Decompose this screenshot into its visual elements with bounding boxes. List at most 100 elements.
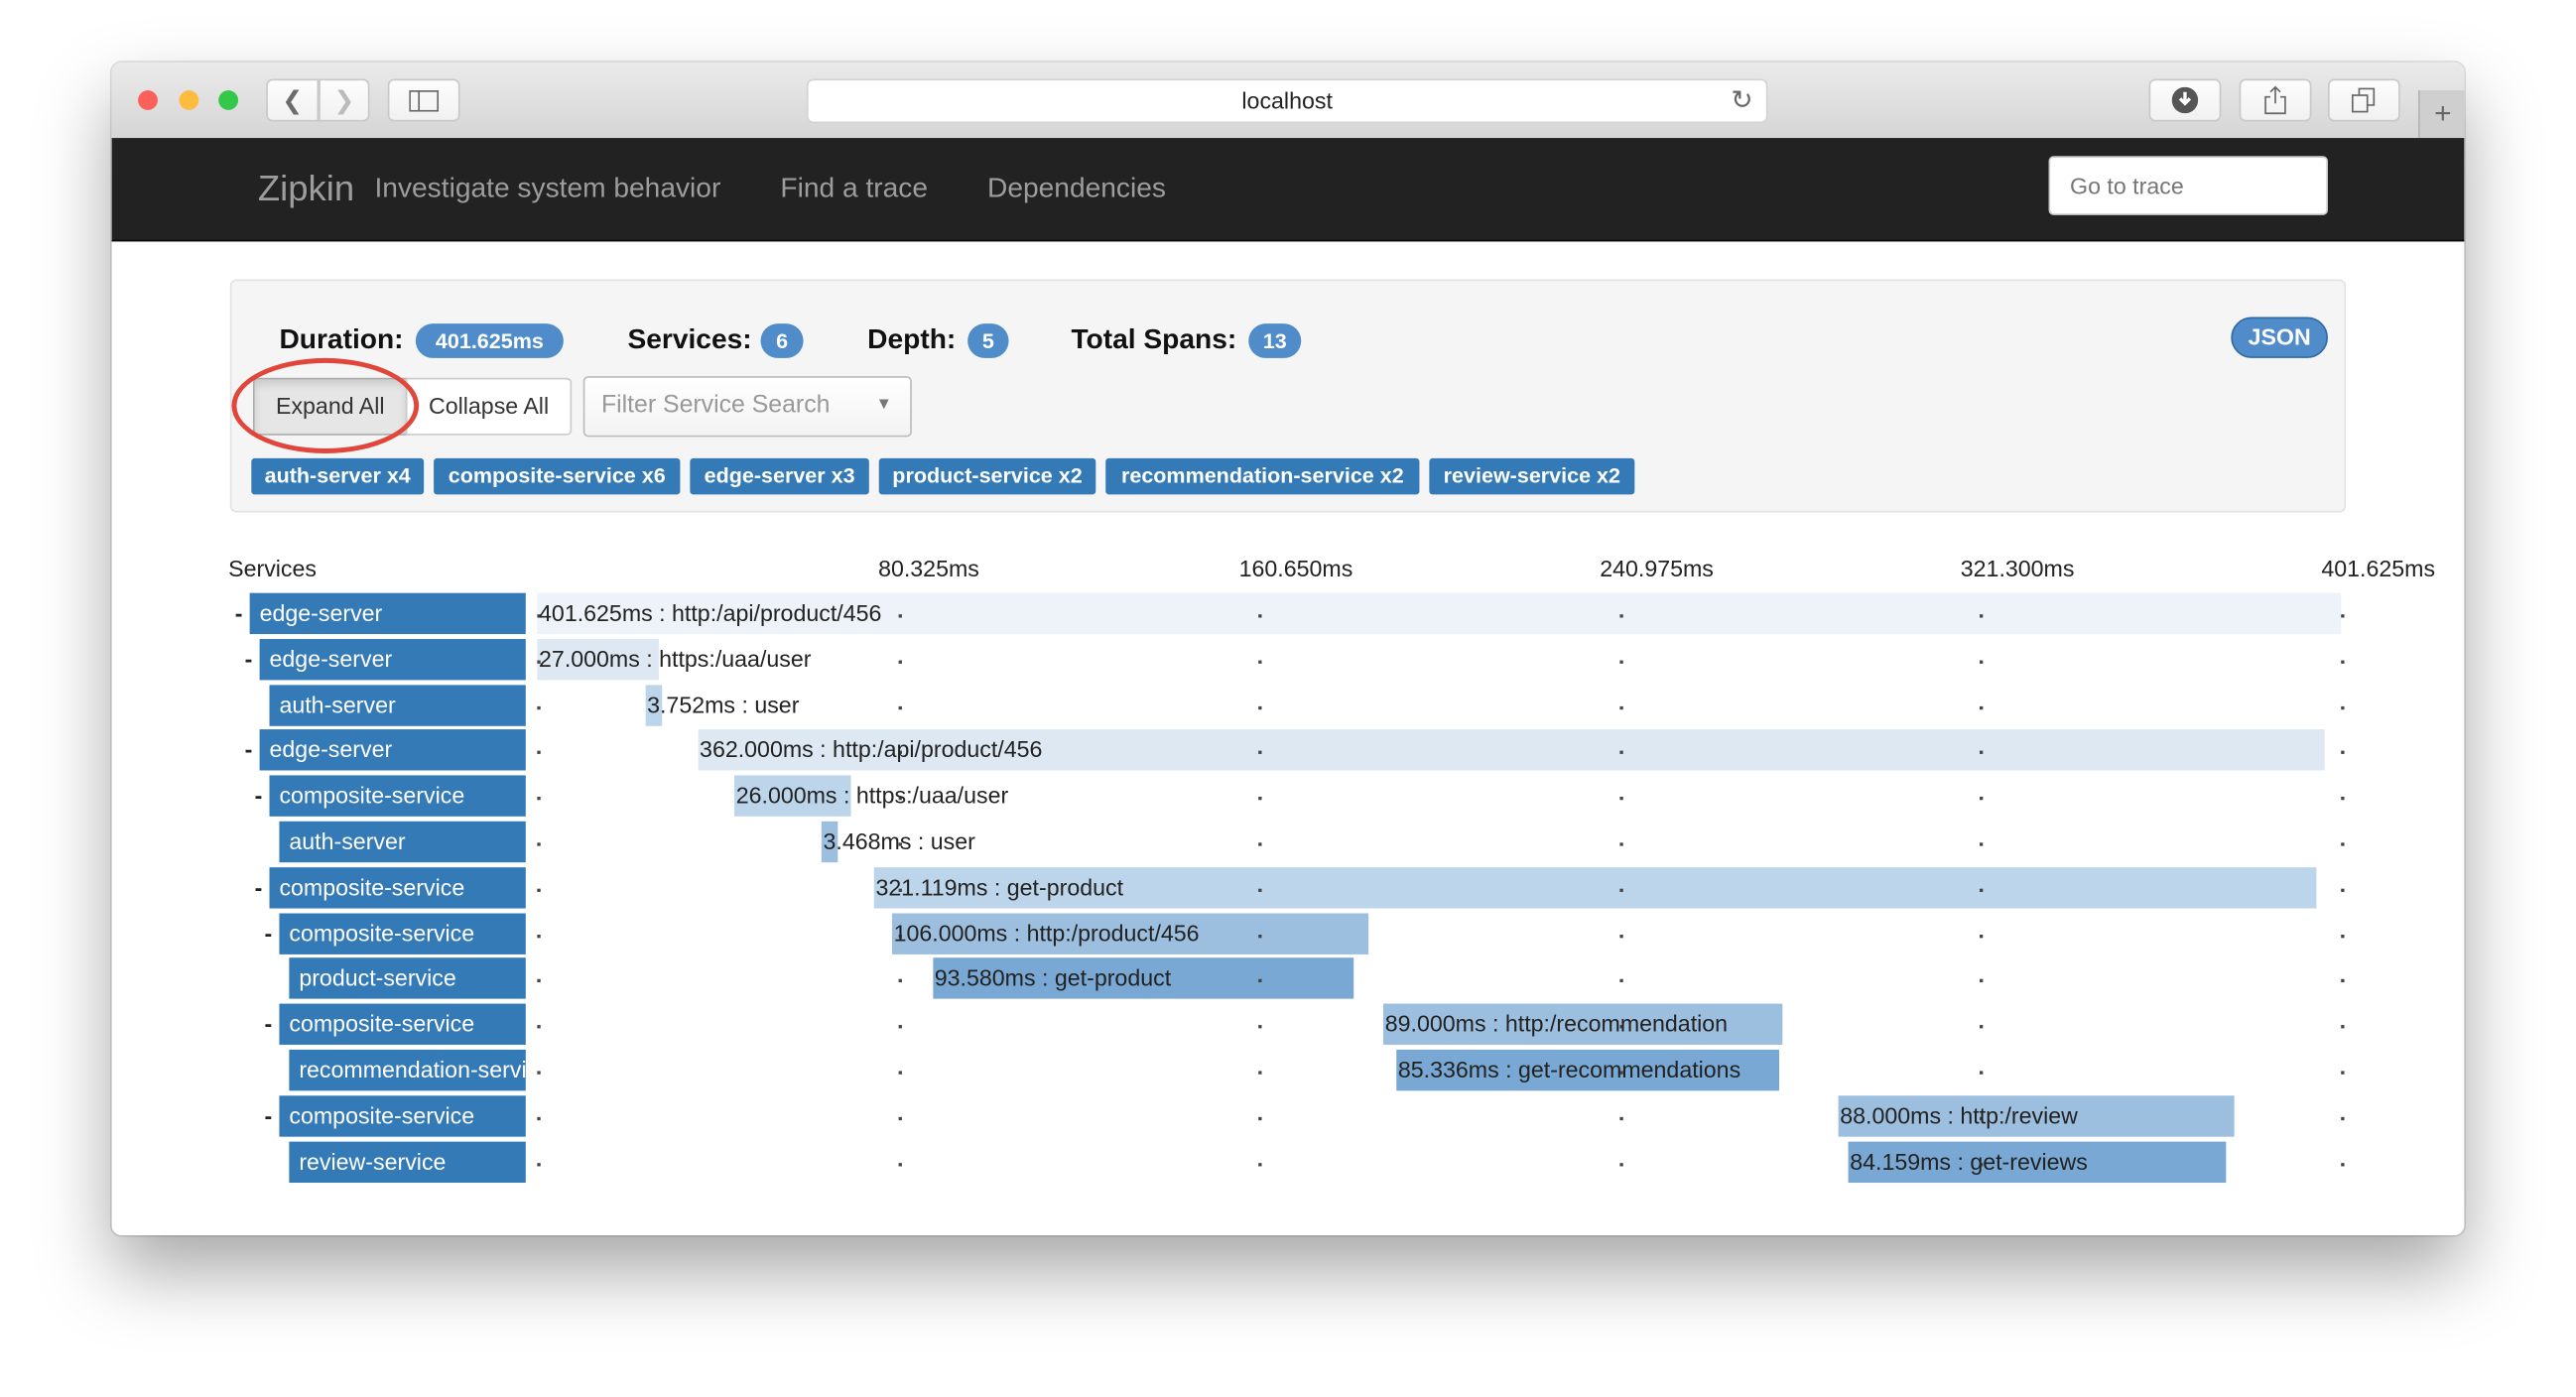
service-tag[interactable]: composite-service x6 (434, 457, 681, 495)
filter-service-select[interactable]: Filter Service Search ▼ (582, 376, 912, 438)
download-button[interactable] (2148, 78, 2222, 122)
tick-dot (1258, 934, 1262, 938)
service-tag[interactable]: review-service x2 (1429, 457, 1635, 495)
collapse-all-button[interactable]: Collapse All (405, 377, 573, 436)
service-name[interactable]: composite-service (269, 866, 526, 909)
service-name[interactable]: review-service (289, 1140, 526, 1183)
service-tag[interactable]: recommendation-service x2 (1105, 457, 1420, 495)
collapse-toggle-icon[interactable]: - (255, 867, 263, 908)
span-label: 362.000ms : http:/api/product/456 (700, 736, 1043, 763)
collapse-toggle-icon[interactable]: - (235, 593, 243, 634)
tick-dot (1619, 797, 1623, 801)
collapse-toggle-icon[interactable]: - (265, 1004, 273, 1045)
share-icon (2264, 85, 2286, 115)
sidebar-icon (409, 89, 440, 111)
browser-toolbar: ❮ ❯ localhost ↻ + (111, 62, 2465, 140)
service-name[interactable]: composite-service (279, 1094, 526, 1137)
tick-dot (2341, 934, 2345, 938)
tabs-icon (2351, 87, 2376, 113)
services-column-header: Services (228, 555, 318, 582)
sidebar-button[interactable] (387, 78, 460, 122)
tick-label: 160.650ms (1238, 555, 1353, 582)
tick-dot (897, 1162, 902, 1166)
reload-icon[interactable]: ↻ (1731, 80, 1752, 121)
tick-dot (2341, 751, 2345, 755)
tick-dot (1258, 888, 1262, 892)
collapse-toggle-icon[interactable]: - (265, 913, 273, 953)
zoom-window-button[interactable] (218, 90, 239, 110)
span-label: 3.468ms : user (823, 827, 975, 854)
browser-window: ❮ ❯ localhost ↻ + Zipkin Investigate sys… (111, 62, 2465, 1236)
tick-dot (897, 660, 902, 664)
tick-dot (897, 614, 902, 618)
tick-label: 401.625ms (2321, 555, 2436, 582)
service-name[interactable]: composite-service (279, 1003, 526, 1046)
close-window-button[interactable] (138, 90, 158, 110)
tick-dot (1980, 979, 1984, 983)
collapse-toggle-icon[interactable]: - (245, 639, 253, 680)
tick-dot (897, 979, 902, 983)
tick-dot (1258, 842, 1262, 846)
service-name[interactable]: edge-server (259, 729, 526, 772)
nav-find-trace[interactable]: Find a trace (780, 138, 928, 240)
share-button[interactable] (2239, 78, 2312, 122)
go-to-trace-input[interactable] (2048, 156, 2328, 215)
service-tag[interactable]: product-service x2 (878, 457, 1096, 495)
tick-dot (1619, 934, 1623, 938)
service-name[interactable]: auth-server (279, 821, 526, 863)
tick-dot (897, 1071, 902, 1075)
tick-dot (1619, 842, 1623, 846)
back-button[interactable]: ❮ (266, 78, 320, 122)
service-name[interactable]: edge-server (259, 638, 526, 681)
service-name[interactable]: auth-server (269, 684, 526, 726)
highlight-circle-annotation (231, 357, 420, 453)
tick-dot (1619, 1116, 1623, 1120)
tabs-button[interactable] (2327, 78, 2400, 122)
tick-dot (1619, 751, 1623, 755)
service-name[interactable]: edge-server (249, 592, 526, 635)
service-name[interactable]: composite-service (269, 775, 526, 818)
forward-button[interactable]: ❯ (319, 78, 370, 122)
tick-dot (1258, 751, 1262, 755)
service-name[interactable]: composite-service (279, 912, 526, 954)
collapse-toggle-icon[interactable]: - (255, 776, 263, 817)
collapse-toggle-icon[interactable]: - (245, 730, 253, 771)
service-tag[interactable]: auth-server x4 (251, 457, 425, 495)
tick-dot (1980, 705, 1984, 709)
tick-dot (537, 1071, 541, 1075)
service-name[interactable]: product-service (289, 957, 526, 1000)
tick-dot (537, 705, 541, 709)
tick-dot (2341, 842, 2345, 846)
tick-dot (2341, 797, 2345, 801)
tick-dot (537, 1162, 541, 1166)
back-icon: ❮ (282, 86, 304, 115)
nav-dependencies[interactable]: Dependencies (987, 138, 1166, 240)
span-label: 3.752ms : user (647, 691, 800, 717)
tick-dot (1258, 1071, 1262, 1075)
tick-label: 240.975ms (1600, 555, 1714, 582)
service-name[interactable]: recommendation-service (289, 1049, 526, 1091)
span-label: 89.000ms : http:/recommendation (1384, 1010, 1729, 1037)
depth-badge: 5 (967, 323, 1009, 358)
span-label: 88.000ms : http:/review (1840, 1101, 2078, 1129)
minimize-window-button[interactable] (179, 90, 199, 110)
tick-dot (2341, 614, 2345, 618)
tick-dot (1619, 660, 1623, 664)
filter-placeholder: Filter Service Search (600, 391, 831, 420)
service-tag[interactable]: edge-server x3 (690, 457, 869, 495)
tick-dot (2341, 979, 2345, 983)
brand-logo[interactable]: Zipkin (258, 138, 354, 240)
tick-dot (2341, 705, 2345, 709)
tick-dot (1619, 979, 1623, 983)
tick-dot (537, 1025, 541, 1029)
collapse-toggle-icon[interactable]: - (265, 1095, 273, 1136)
new-tab-button[interactable]: + (2418, 90, 2465, 139)
trace-summary-panel: Duration: 401.625ms Services: 6 Depth: 5… (229, 279, 2347, 513)
tick-dot (1258, 614, 1262, 618)
address-bar[interactable]: localhost ↻ (806, 78, 1768, 124)
tick-dot (537, 979, 541, 983)
json-button[interactable]: JSON (2231, 317, 2328, 358)
tick-dot (1258, 797, 1262, 801)
total-spans-label: Total Spans: (1071, 323, 1237, 355)
tick-dot (1258, 1162, 1262, 1166)
